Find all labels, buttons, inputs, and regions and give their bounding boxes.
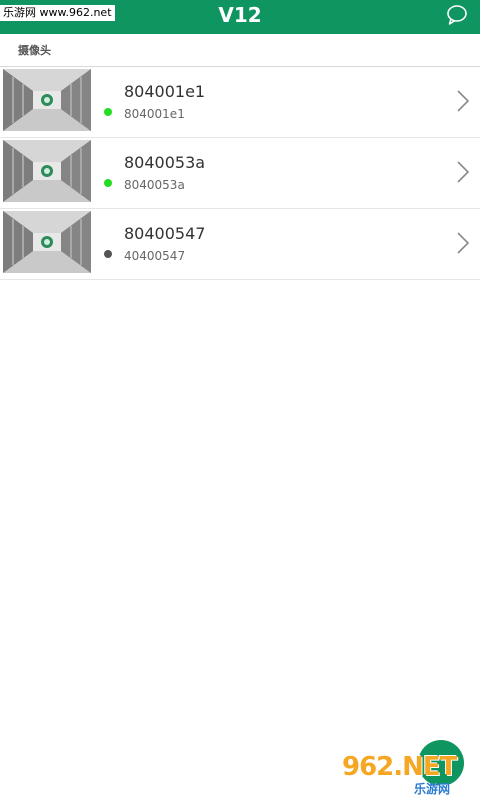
camera-row[interactable]: 8040053a 8040053a bbox=[0, 138, 480, 209]
camera-id: 8040053a bbox=[124, 178, 185, 192]
camera-id: 40400547 bbox=[124, 249, 186, 263]
camera-thumbnail bbox=[3, 211, 91, 273]
corridor-image-icon bbox=[3, 211, 91, 273]
camera-row[interactable]: 80400547 40400547 bbox=[0, 209, 480, 280]
camera-id: 804001e1 bbox=[124, 107, 185, 121]
camera-name: 80400547 bbox=[124, 224, 206, 243]
camera-thumbnail bbox=[3, 140, 91, 202]
chevron-right-icon bbox=[457, 161, 470, 183]
corridor-image-icon bbox=[3, 140, 91, 202]
status-dot-offline bbox=[104, 250, 112, 258]
watermark-sub-text: 乐游网 bbox=[414, 782, 451, 796]
watermark-logo: 962.NET 乐游网 bbox=[342, 752, 478, 796]
top-app-bar: 乐游网 www.962.net V12 bbox=[0, 0, 480, 34]
camera-name: 8040053a bbox=[124, 153, 206, 172]
corridor-image-icon bbox=[3, 69, 91, 131]
watermark-main-text: 962.NET bbox=[342, 752, 457, 782]
message-button[interactable] bbox=[446, 4, 468, 26]
status-dot-online bbox=[104, 179, 112, 187]
camera-thumbnail bbox=[3, 69, 91, 131]
section-header: 摄像头 bbox=[0, 34, 480, 67]
camera-list: 804001e1 804001e1 8040053a 8040053a 8040… bbox=[0, 67, 480, 280]
camera-name: 804001e1 bbox=[124, 82, 206, 101]
chevron-right-icon bbox=[457, 232, 470, 254]
app-title: V12 bbox=[218, 3, 262, 27]
status-dot-online bbox=[104, 108, 112, 116]
camera-row[interactable]: 804001e1 804001e1 bbox=[0, 67, 480, 138]
chevron-right-icon bbox=[457, 90, 470, 112]
section-label: 摄像头 bbox=[18, 44, 51, 57]
chat-bubble-icon bbox=[447, 5, 467, 25]
